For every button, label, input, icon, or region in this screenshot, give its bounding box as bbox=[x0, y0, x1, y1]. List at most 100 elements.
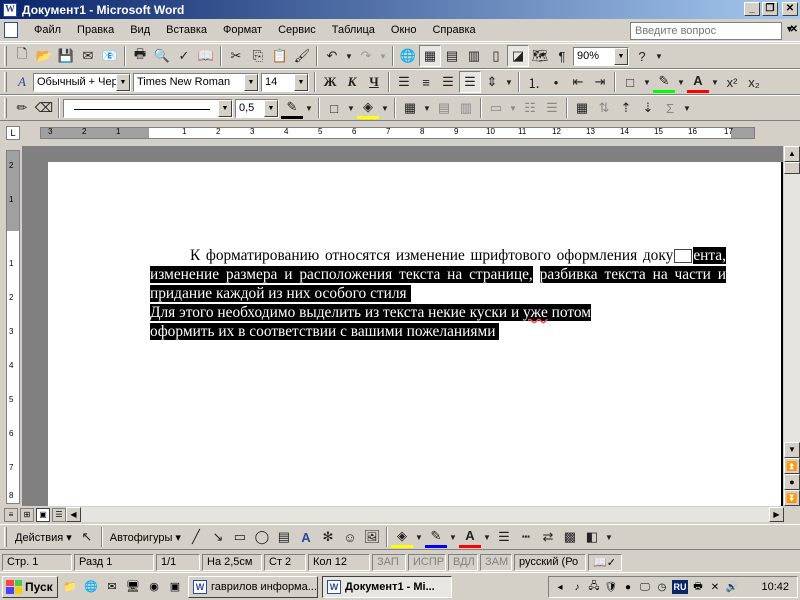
web-layout-button[interactable]: ⊞ bbox=[20, 507, 34, 522]
style-combo[interactable]: Обычный + Чер ▼ bbox=[33, 72, 131, 92]
start-button[interactable]: Пуск bbox=[2, 575, 58, 598]
increase-indent-icon[interactable]: ⇥ bbox=[589, 71, 611, 93]
tray-connection-icon[interactable]: ✕ bbox=[708, 580, 722, 594]
language-indicator[interactable]: RU bbox=[672, 580, 688, 594]
insert-table-dropdown-icon[interactable]: ▼ bbox=[421, 97, 433, 119]
task-button-document1[interactable]: W Документ1 - Mi... bbox=[322, 575, 452, 598]
status-rec[interactable]: ЗАП bbox=[372, 553, 406, 571]
border-icon[interactable]: □ bbox=[619, 71, 641, 93]
show-hide-icon[interactable]: ¶ bbox=[551, 45, 573, 67]
new-icon[interactable]: 🗋 bbox=[11, 45, 33, 67]
toolbar-grip[interactable] bbox=[4, 527, 7, 547]
drawing-options-icon[interactable]: ▼ bbox=[603, 526, 615, 548]
redo-icon[interactable]: ↷ bbox=[355, 45, 377, 67]
restore-button[interactable]: ❐ bbox=[762, 2, 778, 16]
horizontal-scrollbar[interactable]: ◀ ▶ bbox=[66, 507, 784, 522]
document-map-icon[interactable]: 🗺 bbox=[529, 45, 551, 67]
line-weight-combo[interactable]: 0,5 ▼ bbox=[235, 98, 279, 118]
eraser-icon[interactable]: ⌫ bbox=[33, 97, 55, 119]
spelling-status-icon[interactable]: 📖✓ bbox=[588, 553, 622, 571]
border-color-icon[interactable]: ✎ bbox=[281, 97, 303, 119]
border-color-dropdown-icon[interactable]: ▼ bbox=[303, 97, 315, 119]
quicklaunch-outlook-icon[interactable]: ✉ bbox=[103, 578, 121, 596]
arrow-style-icon[interactable]: ⇄ bbox=[537, 526, 559, 548]
textbox-icon[interactable]: ▤ bbox=[273, 526, 295, 548]
document-close-icon[interactable]: ✕ bbox=[790, 24, 798, 35]
tray-arrow-icon[interactable]: ◂ bbox=[553, 580, 567, 594]
menu-window[interactable]: Окно bbox=[383, 22, 425, 38]
save-icon[interactable]: 💾 bbox=[55, 45, 77, 67]
align-cell-icon[interactable]: ▭ bbox=[485, 97, 507, 119]
scroll-right-button[interactable]: ▶ bbox=[769, 507, 784, 522]
undo-icon[interactable]: ↶ bbox=[321, 45, 343, 67]
document-icon[interactable] bbox=[4, 22, 18, 38]
chevron-down-icon[interactable]: ▼ bbox=[614, 47, 628, 65]
menu-insert[interactable]: Вставка bbox=[158, 22, 215, 38]
spelling-icon[interactable]: ✓ bbox=[173, 45, 195, 67]
italic-button[interactable]: К bbox=[341, 71, 363, 93]
draw-table-pencil-icon[interactable]: ✏ bbox=[11, 97, 33, 119]
font-combo[interactable]: Times New Roman ▼ bbox=[133, 72, 259, 92]
tray-print-icon[interactable]: 🖶 bbox=[691, 580, 705, 594]
quicklaunch-media-icon[interactable]: ◉ bbox=[145, 578, 163, 596]
normal-view-button[interactable]: ≡ bbox=[4, 507, 18, 522]
autoshapes-button[interactable]: Автофигуры ▾ bbox=[106, 529, 185, 546]
vertical-scroll-thumb[interactable] bbox=[784, 162, 800, 174]
toolbar-grip[interactable] bbox=[4, 46, 7, 66]
print-icon[interactable]: 🖶 bbox=[129, 45, 151, 67]
line-spacing-dropdown-icon[interactable]: ▼ bbox=[503, 71, 515, 93]
clipart-icon[interactable]: ☺ bbox=[339, 526, 361, 548]
distribute-rows-icon[interactable]: ☷ bbox=[519, 97, 541, 119]
help-icon[interactable]: ? bbox=[631, 45, 653, 67]
quicklaunch-folder-icon[interactable]: 📁 bbox=[61, 578, 79, 596]
line-color-icon[interactable]: ✎ bbox=[424, 526, 447, 548]
font-color-dropdown-icon[interactable]: ▼ bbox=[709, 71, 721, 93]
document-page[interactable]: К форматированию относятся изменение шри… bbox=[48, 162, 783, 506]
toolbar-grip[interactable] bbox=[4, 72, 7, 92]
tray-app-icon[interactable]: ● bbox=[621, 580, 635, 594]
sort-descending-icon[interactable]: ⇣ bbox=[637, 97, 659, 119]
quicklaunch-explorer-icon[interactable]: 🌐 bbox=[82, 578, 100, 596]
outline-view-button[interactable]: ☰ bbox=[52, 507, 66, 522]
menu-edit[interactable]: Правка bbox=[69, 22, 122, 38]
chevron-down-icon[interactable]: ▼ bbox=[218, 99, 232, 117]
superscript-icon[interactable]: x² bbox=[721, 71, 743, 93]
smart-tag-icon[interactable]: ⚡ bbox=[674, 249, 728, 264]
misspelled-word[interactable]: уже bbox=[523, 304, 548, 321]
styles-formatting-icon[interactable]: A bbox=[11, 71, 33, 93]
numbering-icon[interactable]: ⒈ bbox=[523, 71, 545, 93]
align-left-icon[interactable]: ☰ bbox=[393, 71, 415, 93]
line-icon[interactable]: ╱ bbox=[185, 526, 207, 548]
status-language[interactable]: русский (Ро bbox=[514, 553, 586, 571]
menu-tools[interactable]: Сервис bbox=[270, 22, 324, 38]
zoom-combo[interactable]: 90% ▼ bbox=[573, 46, 629, 66]
menu-file[interactable]: Файл bbox=[26, 22, 69, 38]
diagram-icon[interactable]: ✻ bbox=[317, 526, 339, 548]
menu-help[interactable]: Справка bbox=[424, 22, 483, 38]
decrease-indent-icon[interactable]: ⇤ bbox=[567, 71, 589, 93]
close-button[interactable]: ✕ bbox=[782, 2, 798, 16]
insert-table-icon[interactable]: ▦ bbox=[399, 97, 421, 119]
insert-table-icon[interactable]: ▤ bbox=[441, 45, 463, 67]
select-objects-icon[interactable]: ↖ bbox=[76, 526, 98, 548]
print-layout-button[interactable]: ▣ bbox=[36, 507, 50, 522]
minimize-button[interactable]: _ bbox=[744, 2, 760, 16]
table-autoformat-icon[interactable]: ▦ bbox=[571, 97, 593, 119]
font-size-combo[interactable]: 14 ▼ bbox=[261, 72, 309, 92]
email-icon[interactable]: 📧 bbox=[99, 45, 121, 67]
vertical-scrollbar[interactable]: ▲ ▼ ⏫ ● ⏬ bbox=[783, 146, 800, 506]
taskbar-clock[interactable]: 10:42 bbox=[761, 581, 789, 593]
autosum-icon[interactable]: Σ bbox=[659, 97, 681, 119]
highlight-icon[interactable]: ✎ bbox=[653, 71, 675, 93]
picture-icon[interactable]: 🖼 bbox=[361, 526, 383, 548]
redo-dropdown-icon[interactable]: ▼ bbox=[377, 45, 389, 67]
format-painter-icon[interactable]: 🖌 bbox=[291, 45, 313, 67]
draw-font-color-icon[interactable]: A bbox=[458, 526, 481, 548]
tab-selector-icon[interactable]: L bbox=[6, 126, 20, 140]
draw-actions-button[interactable]: Действия ▾ bbox=[11, 529, 76, 546]
wordart-icon[interactable]: A bbox=[295, 526, 317, 548]
font-color-icon[interactable]: A bbox=[687, 71, 709, 93]
next-page-button[interactable]: ⏬ bbox=[784, 490, 800, 506]
shadow-style-icon[interactable]: ▩ bbox=[559, 526, 581, 548]
highlight-dropdown-icon[interactable]: ▼ bbox=[675, 71, 687, 93]
